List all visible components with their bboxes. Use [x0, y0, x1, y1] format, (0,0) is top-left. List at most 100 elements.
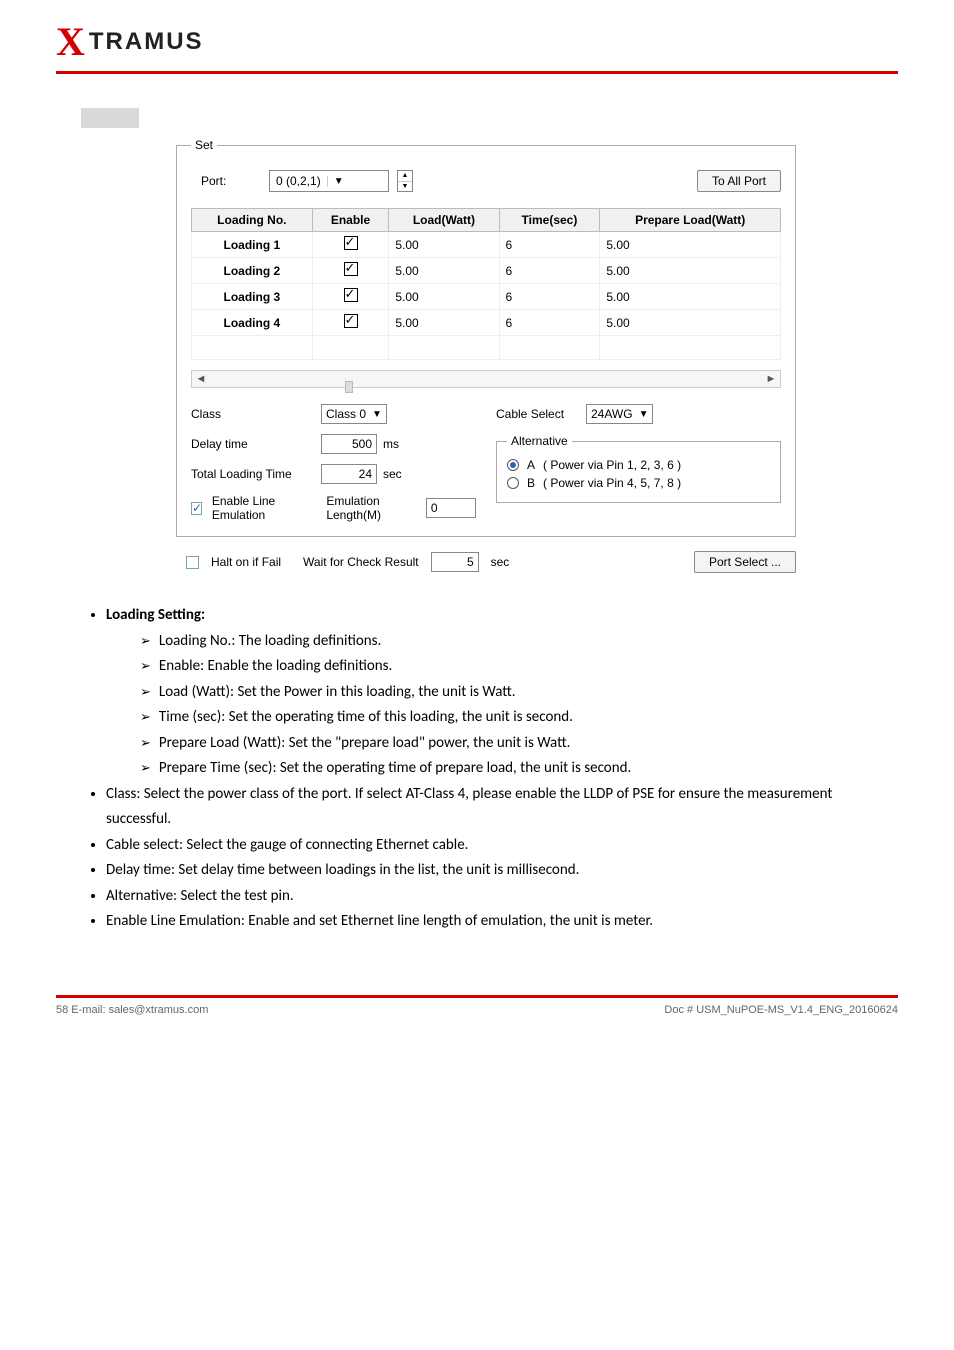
table-hscrollbar[interactable]: ◄ ► — [191, 370, 781, 388]
enable-checkbox[interactable] — [344, 314, 358, 328]
emulation-length-input[interactable]: 0 — [426, 498, 476, 518]
prepare-cell[interactable]: 5.00 — [600, 232, 781, 258]
alternative-legend: Alternative — [507, 434, 572, 448]
alt-a-desc: ( Power via Pin 1, 2, 3, 6 ) — [543, 458, 681, 472]
bullet-enable: Enable: Enable the loading definitions. — [159, 657, 392, 675]
time-cell[interactable]: 6 — [499, 258, 600, 284]
col-loading-no: Loading No. — [192, 209, 313, 232]
enable-checkbox[interactable] — [344, 288, 358, 302]
section-prefix-box — [81, 108, 139, 128]
bullet-load: Load (Watt): Set the Power in this loadi… — [159, 683, 516, 701]
col-prepare: Prepare Load(Watt) — [600, 209, 781, 232]
enable-checkbox[interactable] — [344, 262, 358, 276]
brand-logo: X TRAMUS — [56, 18, 898, 65]
set-panel-screenshot: Set Port: 0 (0,2,1) ▼ ▲ ▼ To All Port Lo… — [176, 138, 796, 573]
cable-label: Cable Select — [496, 407, 586, 421]
set-legend: Set — [191, 138, 217, 152]
port-combo[interactable]: 0 (0,2,1) ▼ — [269, 170, 389, 192]
halt-checkbox[interactable] — [186, 556, 199, 569]
port-spinner[interactable]: ▲ ▼ — [397, 170, 413, 192]
loading-table: Loading No. Enable Load(Watt) Time(sec) … — [191, 208, 781, 360]
scroll-thumb[interactable] — [345, 381, 353, 393]
emulation-checkbox[interactable] — [191, 502, 202, 515]
alt-a-label: A — [527, 458, 535, 472]
cable-select[interactable]: 24AWG ▼ — [586, 404, 653, 424]
description-list: Loading Setting: Loading No.: The loadin… — [88, 603, 898, 935]
bullet-prepare: Prepare Load (Watt): Set the "prepare lo… — [159, 734, 570, 752]
scroll-left-icon[interactable]: ◄ — [192, 373, 210, 385]
chevron-down-icon: ▼ — [639, 409, 649, 420]
bullet-loading-no: Loading No.: The loading definitions. — [159, 632, 381, 650]
section-prefix: 5.1.2.1. — [147, 109, 200, 126]
table-row: Loading 4 5.00 6 5.00 — [192, 310, 781, 336]
delay-input[interactable]: 500 — [321, 434, 377, 454]
total-unit: sec — [383, 467, 402, 481]
bullet-delay: Delay time: Set delay time between loadi… — [106, 861, 579, 879]
time-cell[interactable]: 6 — [499, 284, 600, 310]
bullet-prepare-time: Prepare Time (sec): Set the operating ti… — [159, 759, 631, 777]
bullet-class: Class: Select the power class of the por… — [106, 785, 832, 829]
load-cell[interactable]: 5.00 — [389, 310, 499, 336]
table-row: Loading 1 5.00 6 5.00 — [192, 232, 781, 258]
chevron-down-icon: ▼ — [372, 409, 382, 420]
wait-input[interactable]: 5 — [431, 552, 479, 572]
bullet-loading-setting: Loading Setting: — [106, 606, 205, 624]
load-cell[interactable]: 5.00 — [389, 284, 499, 310]
total-label: Total Loading Time — [191, 467, 321, 481]
prepare-cell[interactable]: 5.00 — [600, 258, 781, 284]
port-label: Port: — [201, 174, 261, 188]
chevron-down-icon: ▼ — [398, 182, 412, 192]
emulation-length-label: Emulation Length(M) — [326, 494, 416, 522]
load-cell[interactable]: 5.00 — [389, 258, 499, 284]
halt-label: Halt on if Fail — [211, 555, 281, 569]
bullet-alternative: Alternative: Select the test pin. — [106, 887, 294, 905]
bullet-enable-line: Enable Line Emulation: Enable and set Et… — [106, 912, 653, 930]
set-fieldset: Set Port: 0 (0,2,1) ▼ ▲ ▼ To All Port Lo… — [176, 138, 796, 537]
prepare-cell[interactable]: 5.00 — [600, 310, 781, 336]
load-cell[interactable]: 5.00 — [389, 232, 499, 258]
class-select[interactable]: Class 0 ▼ — [321, 404, 387, 424]
chevron-up-icon: ▲ — [398, 171, 412, 182]
chevron-down-icon: ▼ — [327, 176, 343, 187]
to-all-port-button[interactable]: To All Port — [697, 170, 781, 192]
delay-unit: ms — [383, 437, 399, 451]
loading-name: Loading 2 — [223, 264, 280, 278]
loading-name: Loading 4 — [223, 316, 280, 330]
footer-rule — [56, 995, 898, 998]
bullet-cable: Cable select: Select the gauge of connec… — [106, 836, 468, 854]
wait-label: Wait for Check Result — [303, 555, 419, 569]
footer-right: Doc # USM_NuPOE-MS_V1.4_ENG_20160624 — [664, 1004, 898, 1016]
prepare-cell[interactable]: 5.00 — [600, 284, 781, 310]
port-value: 0 (0,2,1) — [270, 174, 327, 188]
loading-name: Loading 3 — [223, 290, 280, 304]
logo-rest: TRAMUS — [89, 28, 204, 56]
table-row: Loading 3 5.00 6 5.00 — [192, 284, 781, 310]
bullet-time: Time (sec): Set the operating time of th… — [159, 708, 573, 726]
scroll-right-icon[interactable]: ► — [762, 373, 780, 385]
footer-left: 58 E-mail: sales@xtramus.com — [56, 1004, 664, 1016]
cable-value: 24AWG — [591, 407, 633, 421]
delay-label: Delay time — [191, 437, 321, 451]
wait-unit: sec — [491, 555, 510, 569]
alt-a-radio[interactable] — [507, 459, 519, 471]
emulation-label: Enable Line Emulation — [212, 494, 308, 522]
alt-b-radio[interactable] — [507, 477, 519, 489]
class-label: Class — [191, 407, 321, 421]
port-select-button[interactable]: Port Select ... — [694, 551, 796, 573]
time-cell[interactable]: 6 — [499, 232, 600, 258]
loading-name: Loading 1 — [223, 238, 280, 252]
table-row: Loading 2 5.00 6 5.00 — [192, 258, 781, 284]
alternative-fieldset: Alternative A ( Power via Pin 1, 2, 3, 6… — [496, 434, 781, 503]
time-cell[interactable]: 6 — [499, 310, 600, 336]
col-load: Load(Watt) — [389, 209, 499, 232]
section-title: Set — [205, 109, 230, 126]
header-rule — [56, 71, 898, 74]
enable-checkbox[interactable] — [344, 236, 358, 250]
table-row-empty — [192, 336, 781, 360]
total-input[interactable]: 24 — [321, 464, 377, 484]
class-value: Class 0 — [326, 407, 366, 421]
alt-b-label: B — [527, 476, 535, 490]
alt-b-desc: ( Power via Pin 4, 5, 7, 8 ) — [543, 476, 681, 490]
col-enable: Enable — [312, 209, 389, 232]
logo-x: X — [56, 18, 85, 65]
